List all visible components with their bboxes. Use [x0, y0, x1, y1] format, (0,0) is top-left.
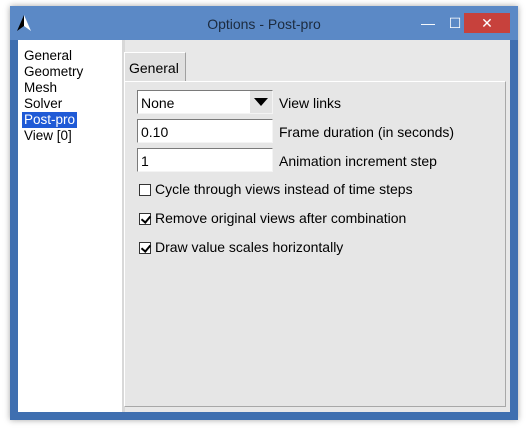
- minimize-button[interactable]: —: [415, 14, 441, 32]
- options-window: Options - Post-pro — ☐ ✕ General Geometr…: [10, 6, 518, 420]
- animation-step-input[interactable]: 1: [137, 148, 273, 172]
- tree-item-post-pro[interactable]: Post-pro: [22, 112, 78, 128]
- category-tree[interactable]: General Geometry Mesh Solver Post-pro Vi…: [18, 40, 122, 412]
- horizontal-scales-label: Draw value scales horizontally: [155, 239, 344, 255]
- horizontal-scales-checkbox[interactable]: [139, 242, 151, 254]
- frame-duration-input[interactable]: 0.10: [137, 119, 273, 143]
- remove-views-checkbox[interactable]: [139, 213, 151, 225]
- tree-item-solver[interactable]: Solver: [22, 96, 64, 112]
- frame-duration-value: 0.10: [141, 124, 169, 140]
- cycle-views-checkbox[interactable]: [139, 184, 151, 196]
- tab-general-label: General: [129, 60, 179, 76]
- frame-duration-label: Frame duration (in seconds): [279, 124, 455, 140]
- title-bar[interactable]: Options - Post-pro — ☐ ✕: [10, 6, 518, 40]
- remove-views-label: Remove original views after combination: [155, 210, 407, 226]
- settings-panel: None View links 0.10 Frame duration (in …: [124, 81, 506, 407]
- chevron-down-icon[interactable]: [250, 91, 272, 113]
- tree-item-geometry[interactable]: Geometry: [22, 64, 85, 80]
- animation-step-value: 1: [141, 153, 149, 169]
- tree-item-view-0[interactable]: View [0]: [22, 128, 74, 144]
- view-links-label: View links: [279, 95, 341, 111]
- view-links-select[interactable]: None: [137, 90, 273, 114]
- view-links-value: None: [141, 95, 175, 111]
- tree-item-general[interactable]: General: [22, 48, 74, 64]
- tab-general[interactable]: General: [124, 52, 186, 81]
- tree-item-mesh[interactable]: Mesh: [22, 80, 59, 96]
- close-button[interactable]: ✕: [464, 13, 510, 33]
- cycle-views-label: Cycle through views instead of time step…: [155, 181, 413, 197]
- window-client-area: General Geometry Mesh Solver Post-pro Vi…: [18, 40, 510, 412]
- animation-step-label: Animation increment step: [279, 153, 437, 169]
